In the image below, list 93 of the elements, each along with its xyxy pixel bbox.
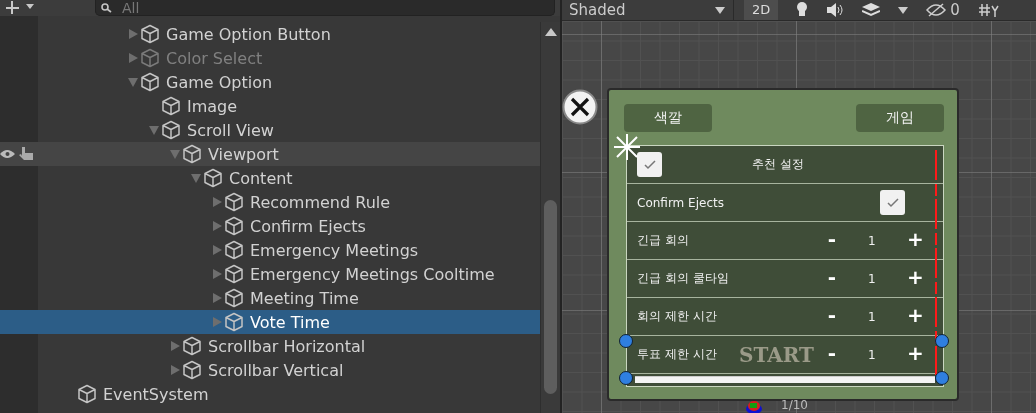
horizontal-scrollbar[interactable] [635,376,935,383]
hierarchy-item[interactable]: Game Option [166,72,273,92]
decrement-button[interactable]: - [824,228,840,250]
page-indicator: 1/10 [781,398,808,412]
gizmo-icon[interactable] [977,2,1000,18]
hierarchy-item[interactable]: Viewport [208,144,279,164]
collapsed-arrow-icon[interactable] [211,220,223,232]
option-value: 1 [868,233,876,248]
cube-icon [140,24,160,44]
option-label: Confirm Ejects [637,195,724,210]
increment-button[interactable]: + [907,266,923,288]
hierarchy-item[interactable]: Vote Time [250,312,330,332]
option-title: 추천 설정 [752,156,804,173]
increment-button[interactable]: + [907,342,923,364]
decrement-button[interactable]: - [824,304,840,326]
mode-2d-toggle[interactable]: 2D [744,0,779,20]
character-icon [745,400,763,413]
light-bulb-icon[interactable] [796,2,809,18]
decrement-button[interactable]: - [824,266,840,288]
cube-icon [224,240,244,260]
handle-dot[interactable] [935,334,949,348]
collapsed-arrow-icon[interactable] [169,364,181,376]
handle-dot[interactable] [619,371,633,385]
cube-icon [161,120,181,140]
checkbox[interactable] [637,152,662,177]
close-icon[interactable] [562,89,598,125]
option-label: 회의 제한 시간 [637,308,717,325]
check-icon [885,197,900,208]
add-icon[interactable] [5,1,35,15]
cube-icon [224,192,244,212]
check-icon [642,159,657,170]
dropdown-caret-icon[interactable] [898,6,909,14]
collapsed-arrow-icon[interactable] [127,28,139,40]
decrement-button[interactable]: - [824,342,840,364]
collapsed-arrow-icon[interactable] [211,268,223,280]
tab[interactable]: 게임 [856,104,944,132]
hierarchy-item[interactable]: Content [229,168,293,188]
cube-icon [140,72,160,92]
hierarchy-item[interactable]: Confirm Ejects [250,216,366,236]
increment-button[interactable]: + [907,304,923,326]
cube-icon [182,144,202,164]
scrollbar[interactable] [540,22,560,413]
cube-icon [182,360,202,380]
hierarchy-item[interactable]: Game Option Button [166,24,331,44]
search-field[interactable]: All [95,0,555,16]
collapsed-arrow-icon[interactable] [211,244,223,256]
option-value: 1 [868,347,876,362]
layers-icon[interactable] [862,3,881,17]
cube-icon [161,96,181,116]
cube-icon [224,264,244,284]
shading-dropdown[interactable]: Shaded [562,0,734,20]
start-logo: START [739,343,814,367]
expanded-arrow-icon[interactable] [127,76,139,88]
increment-button[interactable]: + [907,228,923,250]
search-icon [101,3,113,13]
hidden-count: 0 [950,1,960,19]
hierarchy-item[interactable]: Emergency Meetings [250,240,419,260]
pivot-star-icon[interactable] [612,132,642,162]
checkbox[interactable] [880,190,905,215]
hierarchy-item[interactable]: Scrollbar Horizontal [208,336,366,356]
cube-icon [224,312,244,332]
hierarchy-item[interactable]: Recommend Rule [250,192,391,212]
expanded-arrow-icon[interactable] [190,172,202,184]
visibility-icon[interactable] [0,149,15,159]
tab[interactable]: 색깔 [624,104,712,132]
option-label: 긴급 회의 쿨타임 [637,270,729,287]
hierarchy-item[interactable]: Scrollbar Vertical [208,360,344,380]
hierarchy-item[interactable]: Scroll View [187,120,274,140]
pointer-hand-icon[interactable] [18,146,36,162]
cube-icon [182,336,202,356]
cube-icon [224,216,244,236]
option-label: 투표 제한 시간 [637,346,717,363]
hierarchy-item[interactable]: Image [187,96,238,116]
expanded-arrow-icon[interactable] [148,124,160,136]
cube-icon [203,168,223,188]
dropdown-caret-icon [715,6,725,14]
option-value: 1 [868,309,876,324]
scroll-up-icon[interactable] [545,28,557,36]
speaker-icon[interactable] [826,3,845,17]
collapsed-arrow-icon[interactable] [211,292,223,304]
option-label: 긴급 회의 [637,232,689,249]
cube-icon [224,288,244,308]
hidden-eye-icon[interactable] [926,3,947,17]
hierarchy-item[interactable]: Emergency Meetings Cooltime [250,264,495,284]
collapsed-arrow-icon[interactable] [211,196,223,208]
cube-icon [140,48,160,68]
hierarchy-item[interactable]: Meeting Time [250,288,359,308]
option-value: 1 [868,271,876,286]
collapsed-arrow-icon[interactable] [169,340,181,352]
hierarchy-item[interactable]: EventSystem [103,384,209,404]
cube-icon [77,384,97,404]
handle-dot[interactable] [619,334,633,348]
handle-dot[interactable] [935,371,949,385]
